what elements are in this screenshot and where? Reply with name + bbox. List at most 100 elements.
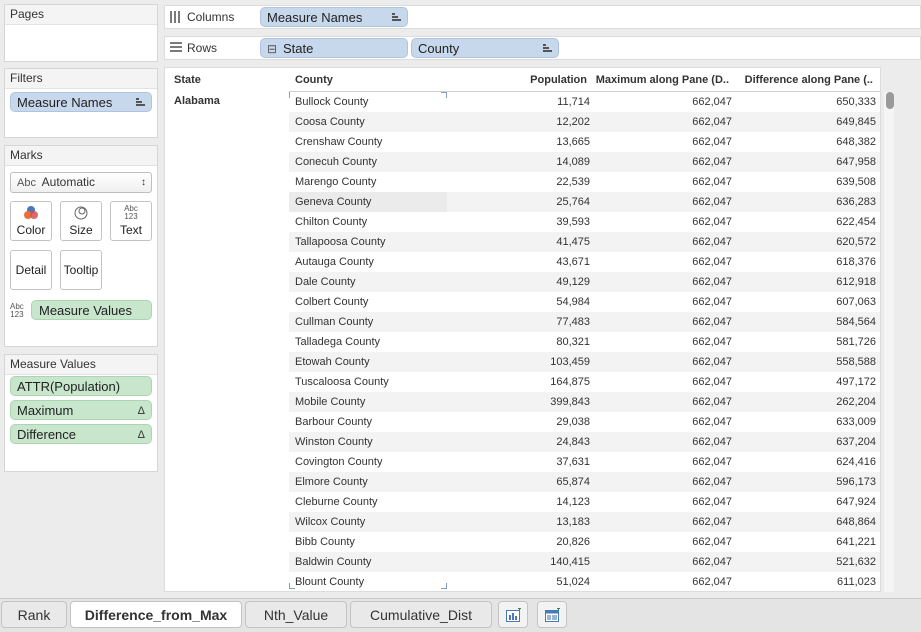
- difference-cell[interactable]: 639,508: [836, 172, 876, 192]
- maximum-cell[interactable]: 662,047: [692, 272, 732, 292]
- county-cell[interactable]: Barbour County: [295, 412, 372, 432]
- measure-values-card[interactable]: Measure Values ATTR(Population) Maximum …: [4, 354, 158, 472]
- table-row[interactable]: Talladega County 80,321 662,047 581,726: [289, 332, 880, 352]
- difference-cell[interactable]: 612,918: [836, 272, 876, 292]
- difference-cell[interactable]: 641,221: [836, 532, 876, 552]
- table-row[interactable]: Crenshaw County 13,665 662,047 648,382: [289, 132, 880, 152]
- new-worksheet-button[interactable]: [498, 601, 528, 628]
- maximum-cell[interactable]: 662,047: [692, 112, 732, 132]
- collapse-icon[interactable]: ⊟: [267, 39, 277, 57]
- population-cell[interactable]: 12,202: [556, 112, 590, 132]
- difference-cell[interactable]: 497,172: [836, 372, 876, 392]
- maximum-cell[interactable]: 662,047: [692, 392, 732, 412]
- difference-cell[interactable]: 624,416: [836, 452, 876, 472]
- difference-cell[interactable]: 584,564: [836, 312, 876, 332]
- table-row[interactable]: Blount County 51,024 662,047 611,023: [289, 572, 880, 591]
- tab-cumulative-dist[interactable]: Cumulative_Dist: [350, 601, 492, 628]
- header-maximum[interactable]: Maximum along Pane (D..: [596, 74, 729, 86]
- county-cell[interactable]: Autauga County: [295, 252, 374, 272]
- population-cell[interactable]: 65,874: [556, 472, 590, 492]
- table-row[interactable]: Conecuh County 14,089 662,047 647,958: [289, 152, 880, 172]
- difference-cell[interactable]: 581,726: [836, 332, 876, 352]
- maximum-cell[interactable]: 662,047: [692, 572, 732, 591]
- county-cell[interactable]: Dale County: [295, 272, 356, 292]
- table-row[interactable]: Tuscaloosa County 164,875 662,047 497,172: [289, 372, 880, 392]
- population-cell[interactable]: 13,183: [556, 512, 590, 532]
- county-cell[interactable]: Blount County: [295, 572, 364, 591]
- tab-nth-value[interactable]: Nth_Value: [245, 601, 347, 628]
- header-population[interactable]: Population: [530, 74, 587, 86]
- difference-cell[interactable]: 647,958: [836, 152, 876, 172]
- scrollbar-thumb[interactable]: [886, 92, 894, 109]
- rows-shelf[interactable]: Rows ⊟ State County: [164, 36, 921, 60]
- population-cell[interactable]: 164,875: [550, 372, 590, 392]
- maximum-cell[interactable]: 662,047: [692, 192, 732, 212]
- population-cell[interactable]: 399,843: [550, 392, 590, 412]
- difference-cell[interactable]: 648,382: [836, 132, 876, 152]
- population-cell[interactable]: 41,475: [556, 232, 590, 252]
- difference-cell[interactable]: 633,009: [836, 412, 876, 432]
- population-cell[interactable]: 20,826: [556, 532, 590, 552]
- maximum-cell[interactable]: 662,047: [692, 512, 732, 532]
- population-cell[interactable]: 49,129: [556, 272, 590, 292]
- population-cell[interactable]: 39,593: [556, 212, 590, 232]
- maximum-cell[interactable]: 662,047: [692, 292, 732, 312]
- population-cell[interactable]: 103,459: [550, 352, 590, 372]
- table-row[interactable]: Bibb County 20,826 662,047 641,221: [289, 532, 880, 552]
- population-cell[interactable]: 51,024: [556, 572, 590, 591]
- county-cell[interactable]: Talladega County: [295, 332, 380, 352]
- county-cell[interactable]: Crenshaw County: [295, 132, 382, 152]
- county-cell[interactable]: Elmore County: [295, 472, 368, 492]
- county-cell[interactable]: Geneva County: [295, 192, 371, 212]
- size-button[interactable]: Size: [60, 201, 102, 241]
- county-cell[interactable]: Winston County: [295, 432, 373, 452]
- table-row[interactable]: Colbert County 54,984 662,047 607,063: [289, 292, 880, 312]
- table-row[interactable]: Dale County 49,129 662,047 612,918: [289, 272, 880, 292]
- vertical-scrollbar[interactable]: [884, 92, 894, 592]
- county-cell[interactable]: Coosa County: [295, 112, 365, 132]
- table-row[interactable]: Marengo County 22,539 662,047 639,508: [289, 172, 880, 192]
- population-cell[interactable]: 11,714: [557, 92, 590, 112]
- population-cell[interactable]: 14,089: [556, 152, 590, 172]
- table-row[interactable]: Etowah County 103,459 662,047 558,588: [289, 352, 880, 372]
- rows-pill-county[interactable]: County: [411, 38, 559, 58]
- maximum-cell[interactable]: 662,047: [692, 172, 732, 192]
- filters-card[interactable]: Filters Measure Names: [4, 68, 158, 138]
- table-row[interactable]: Mobile County 399,843 662,047 262,204: [289, 392, 880, 412]
- maximum-cell[interactable]: 662,047: [692, 552, 732, 572]
- maximum-cell[interactable]: 662,047: [692, 312, 732, 332]
- population-cell[interactable]: 140,415: [550, 552, 590, 572]
- measure-pill[interactable]: Difference Δ: [10, 424, 152, 444]
- new-dashboard-button[interactable]: [537, 601, 567, 628]
- county-cell[interactable]: Colbert County: [295, 292, 368, 312]
- county-cell[interactable]: Chilton County: [295, 212, 367, 232]
- county-cell[interactable]: Cleburne County: [295, 492, 378, 512]
- difference-cell[interactable]: 521,632: [836, 552, 876, 572]
- maximum-cell[interactable]: 662,047: [692, 92, 732, 112]
- population-cell[interactable]: 43,671: [556, 252, 590, 272]
- county-cell[interactable]: Baldwin County: [295, 552, 371, 572]
- tab-difference-from-max[interactable]: Difference_from_Max: [70, 601, 242, 628]
- county-cell[interactable]: Bibb County: [295, 532, 355, 552]
- maximum-cell[interactable]: 662,047: [692, 232, 732, 252]
- table-row[interactable]: Coosa County 12,202 662,047 649,845: [289, 112, 880, 132]
- table-row[interactable]: Covington County 37,631 662,047 624,416: [289, 452, 880, 472]
- maximum-cell[interactable]: 662,047: [692, 532, 732, 552]
- county-cell[interactable]: Covington County: [295, 452, 382, 472]
- difference-cell[interactable]: 647,924: [836, 492, 876, 512]
- table-row[interactable]: Winston County 24,843 662,047 637,204: [289, 432, 880, 452]
- table-row[interactable]: Tallapoosa County 41,475 662,047 620,572: [289, 232, 880, 252]
- difference-cell[interactable]: 636,283: [836, 192, 876, 212]
- difference-cell[interactable]: 622,454: [836, 212, 876, 232]
- county-cell[interactable]: Tuscaloosa County: [295, 372, 389, 392]
- county-cell[interactable]: Bullock County: [295, 92, 368, 112]
- county-cell[interactable]: Tallapoosa County: [295, 232, 386, 252]
- population-cell[interactable]: 25,764: [556, 192, 590, 212]
- table-row[interactable]: Chilton County 39,593 662,047 622,454: [289, 212, 880, 232]
- county-cell[interactable]: Conecuh County: [295, 152, 377, 172]
- maximum-cell[interactable]: 662,047: [692, 332, 732, 352]
- filter-pill-measure-names[interactable]: Measure Names: [10, 92, 152, 112]
- maximum-cell[interactable]: 662,047: [692, 212, 732, 232]
- difference-cell[interactable]: 649,845: [836, 112, 876, 132]
- population-cell[interactable]: 24,843: [556, 432, 590, 452]
